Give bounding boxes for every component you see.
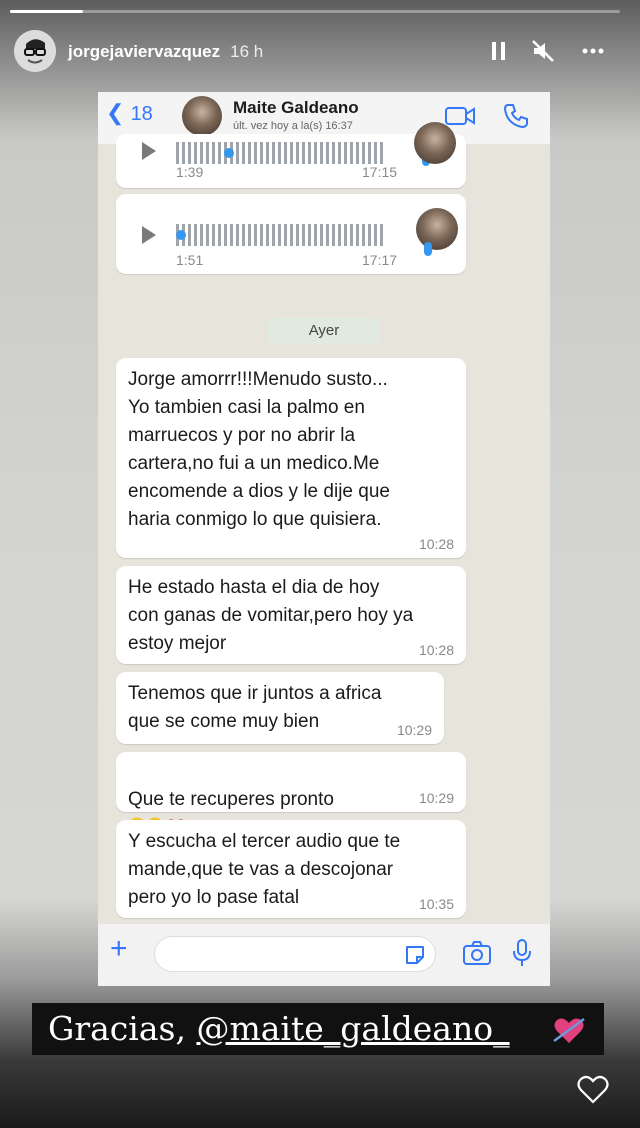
mic-icon — [424, 242, 432, 256]
message-bubble[interactable]: Y escucha el tercer audio que te mande,q… — [116, 820, 466, 918]
voice-note[interactable]: 1:51 17:17 — [116, 194, 466, 274]
play-icon[interactable] — [142, 226, 156, 244]
story-progress-bar — [10, 10, 620, 13]
message-text: Tenemos que ir juntos a africa que se co… — [128, 683, 382, 732]
heart-arrow-icon — [553, 1017, 585, 1043]
chat-messages: 1:39 17:15 1:51 17:17 Ayer Jorge amorrr!… — [98, 122, 550, 924]
last-seen-status: últ. vez hoy a la(s) 16:37 — [233, 120, 353, 132]
story-time-ago: 16 h — [230, 42, 264, 61]
message-input[interactable] — [154, 936, 436, 972]
message-bubble[interactable]: He estado hasta el dia de hoy con ganas … — [116, 566, 466, 664]
voice-time: 17:17 — [362, 252, 398, 268]
contact-name[interactable]: Maite Galdeano — [233, 98, 359, 118]
muted-speaker-icon[interactable] — [530, 38, 556, 64]
back-count: 18 — [130, 103, 153, 125]
story-header: jorgejaviervazquez 16 h — [14, 30, 626, 74]
video-call-icon[interactable] — [444, 104, 476, 128]
voice-sender-avatar — [416, 208, 458, 250]
heart-icon[interactable] — [576, 1072, 610, 1106]
caption-text: Gracias, @maite_galdeano_ — [48, 1009, 510, 1048]
play-icon[interactable] — [142, 142, 156, 160]
message-text: Y escucha el tercer audio que te mande,q… — [128, 831, 401, 908]
message-time: 10:35 — [418, 896, 454, 912]
playhead-dot — [224, 148, 234, 158]
story-progress-fill — [10, 10, 84, 13]
voice-duration: 1:51 — [176, 252, 204, 268]
message-text: Que te recuperes pronto — [128, 789, 334, 810]
chevron-left-icon: ❮ — [106, 100, 125, 125]
message-text: Jorge amorrr!!!Menudo susto... Yo tambie… — [128, 369, 390, 530]
message-time: 10:29 — [396, 722, 432, 738]
contact-avatar[interactable] — [182, 96, 222, 136]
story-username-line[interactable]: jorgejaviervazquez 16 h — [68, 42, 263, 62]
playhead-dot — [176, 230, 186, 240]
camera-icon[interactable] — [462, 940, 492, 966]
voice-waveform — [176, 224, 386, 246]
story-username[interactable]: jorgejaviervazquez — [68, 42, 220, 61]
phone-icon[interactable] — [502, 102, 530, 130]
pause-icon[interactable] — [486, 38, 512, 64]
mic-icon[interactable] — [512, 938, 532, 968]
story-avatar[interactable] — [14, 30, 56, 72]
voice-sender-avatar — [414, 122, 456, 164]
message-bubble[interactable]: Tenemos que ir juntos a africa que se co… — [116, 672, 444, 744]
caption-prefix: Gracias, — [48, 1009, 186, 1048]
date-separator: Ayer — [268, 318, 380, 344]
voice-waveform — [176, 142, 386, 164]
message-bubble[interactable]: Jorge amorrr!!!Menudo susto... Yo tambie… — [116, 358, 466, 558]
sticker-icon[interactable] — [404, 944, 426, 966]
message-text: He estado hasta el dia de hoy con ganas … — [128, 577, 414, 654]
message-bubble[interactable]: Que te recuperes pronto 10:29 — [116, 752, 466, 835]
caption-mention[interactable]: @maite_galdeano_ — [196, 1009, 509, 1048]
message-time: 10:29 — [418, 790, 454, 806]
voice-note[interactable]: 1:39 17:15 — [116, 122, 466, 188]
message-input-bar: + — [98, 924, 550, 986]
message-time: 10:28 — [418, 536, 454, 552]
more-icon[interactable] — [580, 38, 606, 64]
voice-time: 17:15 — [362, 164, 398, 180]
message-time: 10:28 — [418, 642, 454, 658]
back-button[interactable]: ❮ 18 — [106, 100, 153, 126]
story-caption: Gracias, @maite_galdeano_ — [32, 1003, 604, 1055]
plus-icon[interactable]: + — [110, 932, 128, 966]
voice-duration: 1:39 — [176, 164, 204, 180]
